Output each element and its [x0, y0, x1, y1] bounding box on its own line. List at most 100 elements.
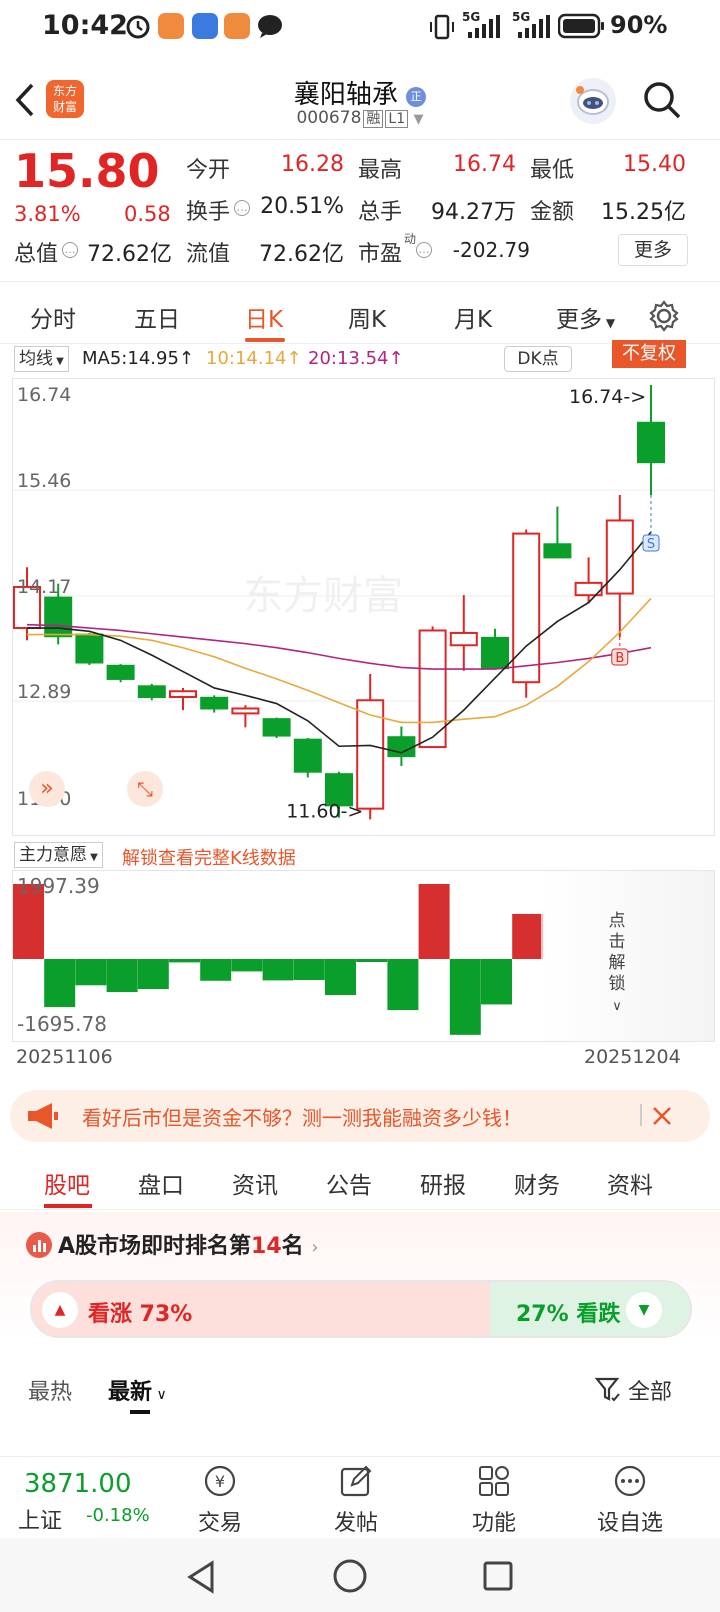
svg-text:¥: ¥ — [215, 1472, 225, 1491]
high-value: 16.74 — [453, 152, 516, 177]
signal-icon — [468, 15, 500, 38]
ma5-line — [27, 531, 652, 754]
assistant-avatar[interactable] — [570, 78, 616, 124]
tab-news[interactable]: 资讯 — [232, 1166, 278, 1200]
tab-five-day[interactable]: 五日 — [134, 300, 180, 334]
low-marker: 11.60-> — [286, 800, 363, 822]
total-value: 72.62亿 — [87, 242, 172, 267]
candle-body — [262, 718, 291, 737]
sort-new[interactable]: 最新 ∨ — [108, 1374, 167, 1406]
candle — [231, 705, 260, 728]
candle-body — [293, 738, 322, 773]
indicator-max-label: 1997.39 — [17, 874, 100, 898]
active-tab-indicator — [44, 1204, 92, 1208]
candle-body — [449, 631, 478, 647]
high-marker: 16.74-> — [569, 386, 646, 408]
watermark: 东方财富 — [243, 573, 403, 619]
indicator-bar — [512, 913, 544, 959]
filter-label[interactable]: 全部 — [628, 1374, 672, 1406]
banner-text: 看好后市但是资金不够？测一测我能融资多少钱！ — [82, 1106, 522, 1130]
index-change: -0.18% — [86, 1505, 150, 1526]
tab-profile[interactable]: 资料 — [607, 1166, 653, 1200]
nav-back-icon[interactable] — [186, 1560, 216, 1594]
chevron-right-icon: › — [311, 1237, 319, 1258]
promo-banner[interactable]: 看好后市但是资金不够？测一测我能融资多少钱！ — [10, 1090, 710, 1142]
dk-button[interactable]: DK点 — [504, 346, 572, 372]
float-value-label: 流值 — [186, 242, 231, 267]
index-value[interactable]: 3871.00 — [24, 1469, 132, 1499]
message-icon — [258, 15, 282, 38]
candle — [293, 738, 322, 778]
functions-button[interactable]: 功能 — [444, 1463, 544, 1537]
candle-body — [106, 664, 135, 680]
app-notification-icon — [224, 13, 250, 39]
trade-button[interactable]: ¥ 交易 — [170, 1463, 270, 1537]
nav-home-icon[interactable] — [332, 1558, 368, 1594]
close-icon[interactable] — [650, 1104, 674, 1128]
tab-orderbook[interactable]: 盘口 — [138, 1166, 184, 1200]
sort-hot[interactable]: 最热 — [28, 1374, 72, 1406]
info-icon[interactable]: … — [62, 242, 78, 258]
low-value: 15.40 — [623, 152, 686, 177]
candle — [137, 683, 166, 701]
post-button[interactable]: 发帖 — [306, 1463, 406, 1537]
more-button[interactable]: 更多 — [618, 234, 688, 266]
ma-select[interactable]: 均线 ▼ — [14, 346, 69, 372]
amount-label: 金额 — [530, 200, 575, 225]
indicator-bar — [449, 959, 481, 1035]
bear-button[interactable]: ▼ — [626, 1292, 662, 1328]
indicator-bar — [356, 959, 388, 963]
battery-level: 90% — [610, 11, 668, 39]
chart-toolbar: 均线 ▼ MA5:14.95↑ 10:14.14↑ 20:13.54↑ DK点 … — [0, 340, 720, 376]
megaphone-icon — [28, 1103, 58, 1129]
tab-finance[interactable]: 财务 — [514, 1166, 560, 1200]
adjust-button[interactable]: 不复权 — [612, 340, 686, 368]
ma5-value: MA5:14.95↑ — [82, 348, 194, 369]
indicator-bar — [481, 959, 512, 1005]
filter-icon[interactable] — [594, 1376, 622, 1404]
indicator-select[interactable]: 主力意愿 ▼ — [14, 842, 103, 868]
indicator-bar — [106, 959, 138, 993]
robot-icon — [576, 86, 609, 115]
gear-icon[interactable] — [648, 300, 680, 332]
candlestick-chart[interactable]: 东方财富 16.74-> 11.60-> B S 16.74 15.46 14.17 12.… — [12, 378, 715, 836]
level-tag: L1 — [385, 110, 409, 128]
tab-monthly-k[interactable]: 月K — [454, 300, 492, 334]
search-icon[interactable] — [642, 80, 682, 120]
tab-daily-k[interactable]: 日K — [245, 300, 283, 334]
tab-more[interactable]: 更多 ▼ — [556, 300, 615, 334]
tab-forum[interactable]: 股吧 — [44, 1166, 90, 1200]
bull-button[interactable]: ▲ — [42, 1292, 78, 1328]
turnover-value: 20.51% — [260, 194, 344, 219]
tab-research[interactable]: 研报 — [420, 1166, 466, 1200]
indicator-bar — [44, 959, 76, 1008]
unlock-link[interactable]: 解锁查看完整K线数据 — [122, 844, 296, 870]
high-label: 最高 — [358, 158, 403, 183]
chevron-down-icon[interactable]: ▼ — [414, 112, 424, 127]
nav-recents-icon[interactable] — [482, 1560, 514, 1592]
info-icon[interactable]: … — [416, 242, 432, 258]
tab-intraday[interactable]: 分时 — [30, 300, 76, 334]
tab-weekly-k[interactable]: 周K — [348, 300, 386, 334]
rank-title[interactable]: A股市场即时排名第14名 › — [58, 1228, 319, 1260]
unlock-overlay[interactable]: 点击解锁 ∨ — [541, 871, 714, 1041]
info-icon[interactable]: … — [234, 200, 250, 216]
candle-body — [231, 707, 260, 715]
add-watchlist-button[interactable]: 设自选 — [580, 1463, 680, 1537]
pe-value: -202.79 — [452, 238, 530, 262]
expand-icon[interactable]: » — [29, 771, 65, 807]
candle — [75, 632, 104, 665]
yuan-icon: ¥ — [204, 1465, 236, 1497]
vibrate-icon — [430, 14, 454, 40]
candle-body — [200, 696, 229, 710]
candle — [387, 726, 416, 766]
volume-label: 总手 — [358, 200, 403, 225]
indicator-chart[interactable]: 1997.39 -1695.78 点击解锁 ∨ — [12, 870, 715, 1042]
buy-marker: B — [615, 651, 624, 666]
tab-announcements[interactable]: 公告 — [326, 1166, 372, 1200]
indicator-bar — [262, 959, 294, 981]
candle — [169, 687, 197, 711]
indicator-toolbar: 主力意愿 ▼ 解锁查看完整K线数据 — [0, 840, 720, 870]
fullscreen-icon[interactable]: ⤡ — [127, 771, 163, 807]
ma20-line — [26, 623, 652, 670]
